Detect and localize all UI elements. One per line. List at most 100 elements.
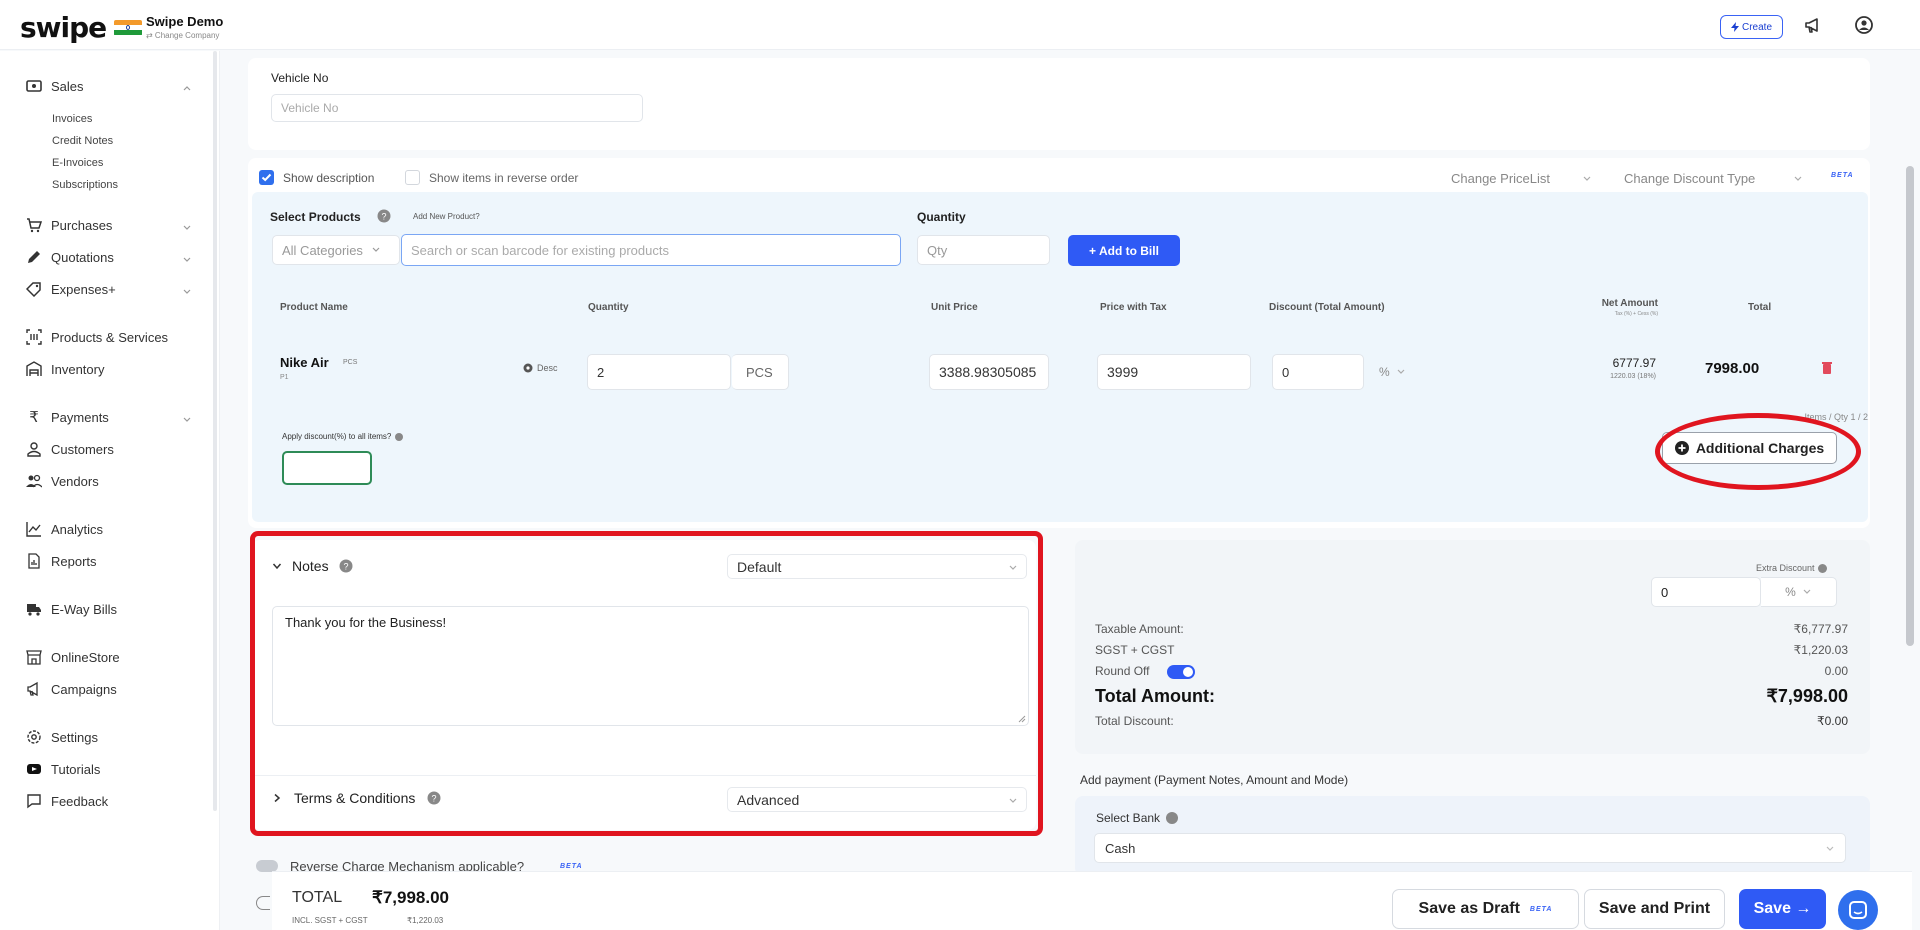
discount-type-value: %: [1379, 365, 1390, 379]
add-new-product-link[interactable]: Add New Product?: [413, 212, 480, 221]
sidebar-subitem-subscriptions[interactable]: Subscriptions: [52, 179, 118, 191]
sidebar-item-onlinestore[interactable]: OnlineStore: [26, 649, 120, 665]
sidebar-item-reports[interactable]: Reports: [26, 553, 97, 569]
chevron-down-icon: [1803, 589, 1811, 594]
sidebar-item-tutorials[interactable]: Tutorials: [26, 761, 100, 777]
sidebar-item-analytics[interactable]: Analytics: [26, 521, 103, 537]
sidebar-item-vendors[interactable]: Vendors: [26, 473, 99, 489]
change-pricelist-dropdown[interactable]: Change PriceList: [1451, 171, 1550, 186]
desc-label: Desc: [537, 363, 558, 373]
sidebar-item-inventory[interactable]: Inventory: [26, 361, 104, 377]
help-icon[interactable]: ?: [377, 209, 391, 223]
create-label: Create: [1741, 21, 1772, 33]
megaphone-icon[interactable]: [1803, 15, 1823, 35]
cash-icon: [26, 78, 42, 94]
chevron-down-icon[interactable]: [182, 222, 192, 232]
save-print-button[interactable]: Save and Print: [1584, 889, 1725, 929]
sidebar-subitem-invoices[interactable]: Invoices: [52, 113, 92, 125]
sidebar-subitem-credit-notes[interactable]: Credit Notes: [52, 135, 113, 147]
total-discount-value: ₹0.00: [1817, 714, 1848, 728]
extra-discount-label: Extra Discount: [1756, 563, 1827, 573]
sidebar-item-feedback[interactable]: Feedback: [26, 793, 108, 809]
sidebar-item-payments[interactable]: ₹ Payments: [26, 409, 109, 426]
sidebar-item-label: Quotations: [51, 249, 114, 265]
taxable-amount-label: Taxable Amount:: [1095, 622, 1184, 636]
net-tax: 1220.03 (18%): [1610, 373, 1656, 380]
sidebar-item-label: Vendors: [51, 473, 99, 489]
chevron-down-icon[interactable]: [182, 414, 192, 424]
unit-price-input[interactable]: 3388.98305085: [929, 354, 1049, 390]
round-off-value: 0.00: [1824, 664, 1848, 678]
row-total: 7998.00: [1705, 360, 1760, 377]
chat-support-button[interactable]: [1838, 890, 1878, 930]
main-scrollbar[interactable]: [1906, 166, 1914, 646]
trash-icon[interactable]: [1822, 362, 1832, 374]
chevron-down-icon: [1826, 846, 1834, 851]
show-description-checkbox[interactable]: [259, 170, 274, 185]
quantity-label: Quantity: [917, 210, 966, 224]
total-amount-value: ₹7,998.00: [1766, 686, 1848, 706]
row-quantity-input[interactable]: 2: [587, 354, 731, 390]
tax-row: SGST + CGST ₹1,220.03: [1095, 643, 1848, 657]
product-search-input[interactable]: Search or scan barcode for existing prod…: [401, 234, 901, 266]
create-button[interactable]: Create: [1720, 15, 1783, 39]
sidebar-item-label: Campaigns: [51, 681, 117, 697]
category-select[interactable]: All Categories: [272, 235, 400, 265]
sidebar-item-label: Purchases: [51, 217, 113, 233]
sidebar: Sales Invoices Credit Notes E-Invoices S…: [0, 51, 220, 930]
help-icon[interactable]: [395, 432, 404, 441]
sidebar-item-label: Sales: [51, 78, 84, 94]
partial-toggle[interactable]: [256, 896, 270, 910]
brand-name: swipe: [20, 11, 107, 44]
net-amount: 6777.97: [1612, 356, 1656, 370]
barcode-icon: [26, 329, 42, 345]
extra-discount-type-select[interactable]: %: [1761, 577, 1837, 607]
vehicle-input[interactable]: Vehicle No: [271, 94, 643, 122]
col-price-with-tax: Price with Tax: [1100, 302, 1167, 313]
top-bar: swipe Swipe Demo ⇄ Change Company Create: [0, 0, 1920, 50]
sidebar-item-purchases[interactable]: Purchases: [26, 217, 112, 233]
col-quantity: Quantity: [588, 302, 629, 313]
sidebar-item-products-services[interactable]: Products & Services: [26, 329, 168, 345]
bank-select[interactable]: Cash: [1094, 833, 1846, 863]
extra-discount-input[interactable]: 0: [1651, 577, 1761, 607]
reverse-order-checkbox[interactable]: [405, 170, 420, 185]
total-amount-row: Total Amount: ₹7,998.00: [1095, 686, 1848, 707]
sidebar-scrollbar[interactable]: [213, 51, 217, 811]
save-button[interactable]: Save →: [1739, 889, 1826, 929]
sidebar-item-label: Payments: [51, 409, 109, 425]
row-unit-select[interactable]: PCS: [732, 354, 789, 390]
document-chart-icon: [26, 553, 42, 569]
chevron-down-icon[interactable]: [182, 254, 192, 264]
change-discount-dropdown[interactable]: Change Discount Type: [1624, 171, 1755, 186]
sidebar-item-settings[interactable]: Settings: [26, 729, 98, 745]
sidebar-subitem-e-invoices[interactable]: E-Invoices: [52, 157, 103, 169]
quantity-input[interactable]: Qty: [917, 235, 1050, 265]
sidebar-item-eway-bills[interactable]: E-Way Bills: [26, 601, 117, 617]
add-to-bill-button[interactable]: + Add to Bill: [1068, 235, 1180, 266]
company-switcher[interactable]: Swipe Demo ⇄ Change Company: [146, 14, 223, 40]
change-company-link[interactable]: ⇄ Change Company: [146, 31, 223, 40]
apply-discount-input[interactable]: [282, 451, 372, 485]
chevron-down-icon[interactable]: [182, 286, 192, 296]
price-with-tax-input[interactable]: 3999: [1097, 354, 1251, 390]
help-icon[interactable]: [1817, 563, 1827, 573]
discount-input[interactable]: 0: [1272, 354, 1364, 390]
sidebar-item-campaigns[interactable]: Campaigns: [26, 681, 117, 697]
sidebar-item-customers[interactable]: Customers: [26, 441, 114, 457]
sidebar-item-expenses[interactable]: Expenses+: [26, 281, 116, 297]
help-icon[interactable]: [1166, 812, 1179, 824]
user-account-icon[interactable]: [1854, 15, 1874, 35]
save-draft-button[interactable]: Save as Draft BETA: [1392, 889, 1579, 929]
round-off-toggle[interactable]: [1167, 665, 1195, 679]
sidebar-item-sales[interactable]: Sales: [26, 78, 84, 94]
sidebar-item-label: Feedback: [51, 793, 109, 809]
description-toggle[interactable]: Desc: [523, 363, 558, 373]
chevron-down-icon: [1583, 176, 1591, 181]
gear-icon: [523, 363, 533, 373]
chevron-up-icon[interactable]: [182, 83, 192, 93]
discount-type-select[interactable]: %: [1379, 365, 1406, 379]
sidebar-item-quotations[interactable]: Quotations: [26, 249, 114, 265]
swipe-logo[interactable]: swipe: [20, 11, 143, 44]
extra-discount-text: Extra Discount: [1756, 563, 1815, 573]
